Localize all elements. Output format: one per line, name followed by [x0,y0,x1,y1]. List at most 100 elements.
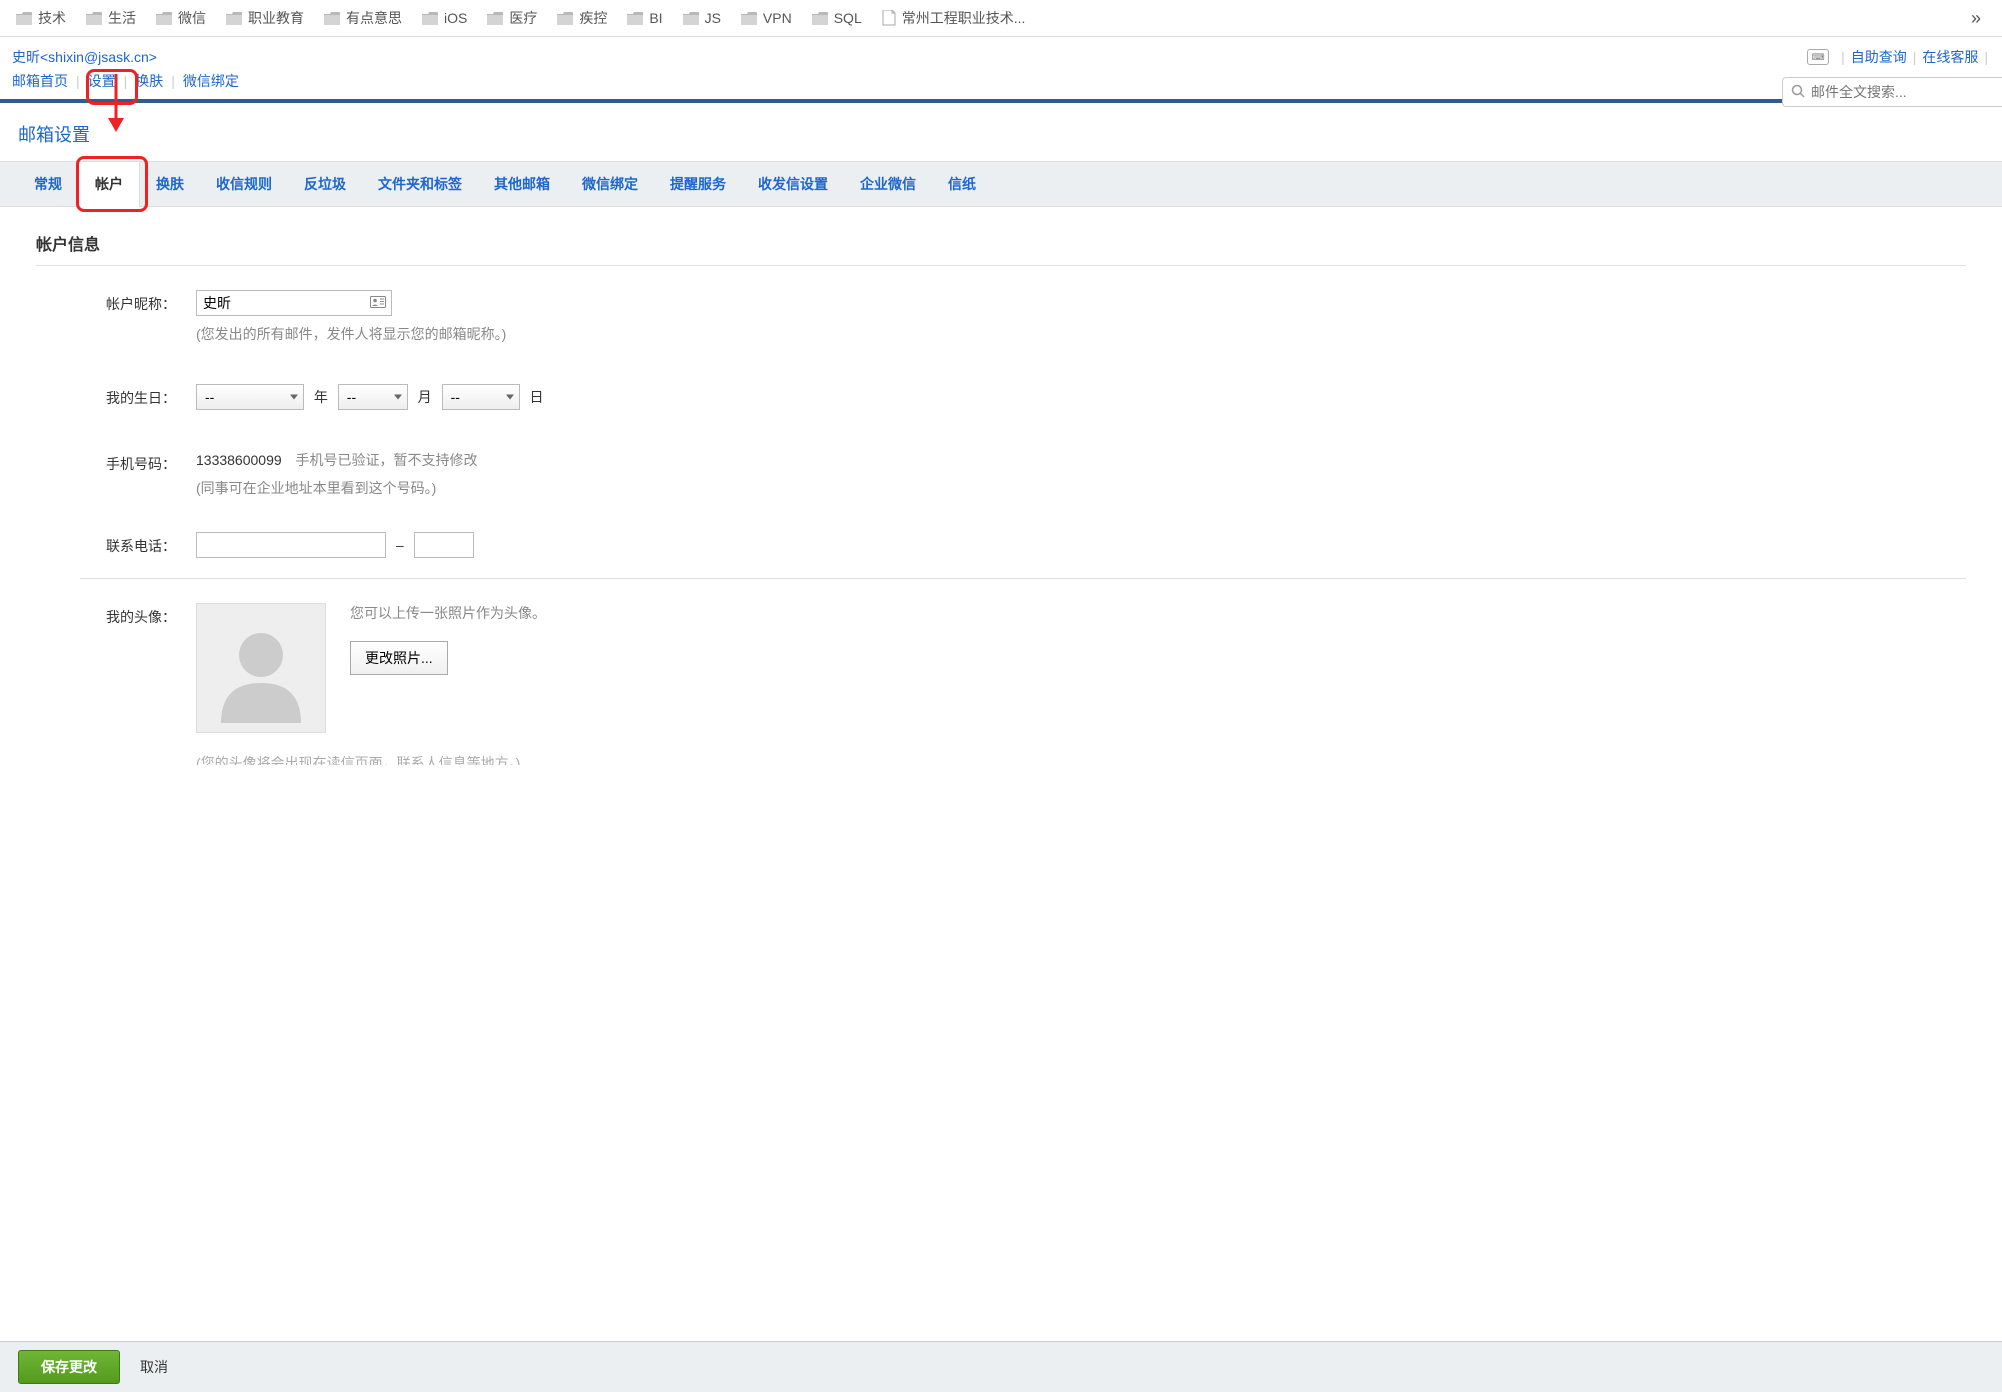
search-input[interactable] [1811,84,1994,100]
nav-wechat[interactable]: 微信绑定 [183,71,239,91]
divider [80,578,1966,579]
folder-icon [487,12,503,25]
folder-icon [627,12,643,25]
content-area: 邮箱设置 常规 帐户 换肤 收信规则 反垃圾 文件夹和标签 其他邮箱 微信绑定 … [0,103,2002,825]
mobile-value: 13338600099 [196,452,282,468]
folder-icon [812,12,828,25]
mobile-status: 手机号已验证，暂不支持修改 [296,452,478,468]
folder-icon [422,12,438,25]
nickname-input[interactable] [196,290,392,316]
bookmark-overflow-button[interactable]: » [1959,8,1994,29]
section-title: 帐户信息 [36,231,1966,255]
birthday-day-select[interactable]: -- [442,384,520,410]
change-photo-button[interactable]: 更改照片... [350,641,448,675]
bookmark-folder[interactable]: VPN [733,6,800,30]
cancel-link[interactable]: 取消 [140,1357,168,1377]
bookmark-label: iOS [444,10,467,26]
bookmark-folder[interactable]: 微信 [148,4,214,32]
nav-skin[interactable]: 换肤 [135,71,163,91]
nav-home[interactable]: 邮箱首页 [12,71,68,91]
divider [36,265,1966,266]
bookmark-label: 微信 [178,8,206,28]
contact-phone-row: 联系电话： – [36,532,1966,558]
folder-icon [226,12,242,25]
footer-bar: 保存更改 取消 [0,1341,2002,1392]
tab-account[interactable]: 帐户 [78,162,140,207]
birthday-year-select[interactable]: -- [196,384,304,410]
keyboard-icon[interactable]: ⌨ [1807,49,1829,65]
bookmark-folder[interactable]: JS [675,6,729,30]
avatar-section: 我的头像： 您可以上传一张照片作为头像。 更改照片... (您的头像将会出现在读… [0,603,2002,765]
bookmark-label: 职业教育 [248,8,304,28]
contact-area-input[interactable] [196,532,386,558]
nav-settings[interactable]: 设置 [88,71,116,91]
tab-skin[interactable]: 换肤 [140,162,200,206]
mobile-label: 手机号码： [36,450,196,498]
avatar-bottom-hint: (您的头像将会出现在读信页面，联系人信息等地方。) [196,753,1966,765]
page-title: 邮箱设置 [0,121,2002,147]
tab-antispam[interactable]: 反垃圾 [288,162,362,206]
folder-icon [86,12,102,25]
tab-stationery[interactable]: 信纸 [932,162,992,206]
folder-icon [557,12,573,25]
bookmark-folder[interactable]: 疾控 [549,4,615,32]
bookmark-label: 有点意思 [346,8,402,28]
bookmark-label: 常州工程职业技术... [902,8,1026,28]
header-nav: 邮箱首页 | 设置 | 换肤 | 微信绑定 [12,71,1990,91]
bookmark-label: BI [649,10,662,26]
bookmark-label: 医疗 [509,8,537,28]
settings-tabs: 常规 帐户 换肤 收信规则 反垃圾 文件夹和标签 其他邮箱 微信绑定 提醒服务 … [0,161,2002,207]
nickname-label: 帐户昵称： [36,290,196,344]
avatar-label: 我的头像： [36,603,196,733]
contact-number-input[interactable] [414,532,474,558]
nickname-hint: (您发出的所有邮件，发件人将显示您的邮箱昵称。) [196,324,1966,344]
birthday-label: 我的生日： [36,384,196,410]
mobile-row: 手机号码： 13338600099 手机号已验证，暂不支持修改 (同事可在企业地… [36,450,1966,498]
bookmark-folder[interactable]: 医疗 [479,4,545,32]
avatar-hint: 您可以上传一张照片作为头像。 [350,603,546,623]
online-support-link[interactable]: 在线客服 [1922,47,1978,67]
account-info-section: 帐户信息 帐户昵称： (您发出的所有邮件，发件人将显示您的邮箱昵称。) 我的生日… [0,207,2002,558]
contact-label: 联系电话： [36,532,196,558]
bookmark-folder[interactable]: 技术 [8,4,74,32]
page-icon [882,10,896,26]
app-header: 史昕<shixin@jsask.cn> 邮箱首页 | 设置 | 换肤 | 微信绑… [0,37,2002,103]
bookmark-folder[interactable]: 职业教育 [218,4,312,32]
bookmark-label: 疾控 [579,8,607,28]
bookmark-label: 生活 [108,8,136,28]
folder-icon [16,12,32,25]
contact-card-icon[interactable] [370,295,386,311]
year-suffix: 年 [314,389,328,405]
tab-send-receive[interactable]: 收发信设置 [742,162,844,206]
avatar-placeholder [196,603,326,733]
contact-sep: – [396,537,404,553]
bookmark-folder[interactable]: iOS [414,6,475,30]
tab-receive-rules[interactable]: 收信规则 [200,162,288,206]
tab-reminder[interactable]: 提醒服务 [654,162,742,206]
folder-icon [324,12,340,25]
tab-enterprise-wechat[interactable]: 企业微信 [844,162,932,206]
bookmark-page[interactable]: 常州工程职业技术... [874,4,1034,32]
self-service-link[interactable]: 自助查询 [1851,47,1907,67]
tab-other-mailbox[interactable]: 其他邮箱 [478,162,566,206]
tab-wechat-bind[interactable]: 微信绑定 [566,162,654,206]
tab-folders-tags[interactable]: 文件夹和标签 [362,162,478,206]
day-suffix: 日 [529,389,543,405]
bookmark-folder[interactable]: 生活 [78,4,144,32]
avatar-row: 我的头像： 您可以上传一张照片作为头像。 更改照片... [36,603,1966,733]
bookmark-label: JS [705,10,721,26]
bookmark-folder[interactable]: BI [619,6,670,30]
header-right: ⌨ | 自助查询 | 在线客服 | [1807,47,1994,67]
bookmark-folder[interactable]: SQL [804,6,870,30]
tab-general[interactable]: 常规 [18,162,78,206]
folder-icon [741,12,757,25]
save-button[interactable]: 保存更改 [18,1350,120,1384]
nickname-row: 帐户昵称： (您发出的所有邮件，发件人将显示您的邮箱昵称。) [36,290,1966,344]
folder-icon [683,12,699,25]
bookmark-label: 技术 [38,8,66,28]
search-box[interactable] [1782,77,2002,107]
bookmark-folder[interactable]: 有点意思 [316,4,410,32]
folder-icon [156,12,172,25]
birthday-month-select[interactable]: -- [338,384,408,410]
month-suffix: 月 [418,389,432,405]
